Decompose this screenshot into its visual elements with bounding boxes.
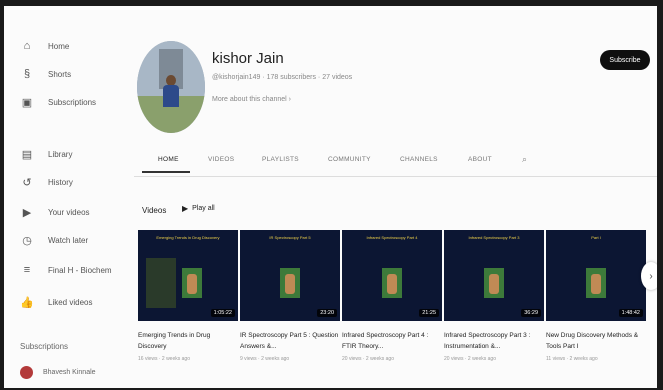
video-title[interactable]: New Drug Discovery Methods & Tools Part … — [546, 330, 646, 352]
video-title[interactable]: Infrared Spectroscopy Part 4 : FTIR Theo… — [342, 330, 442, 352]
thumbnail-header: Emerging Trends in Drug Discovery — [156, 235, 220, 240]
tab-videos[interactable]: VIDEOS — [208, 156, 234, 163]
sidebar-item-label: Final H - Biochem — [48, 265, 112, 275]
sidebar-item-label: Your videos — [48, 207, 90, 217]
video-duration: 1:48:42 — [618, 309, 643, 317]
tab-playlists[interactable]: PLAYLISTS — [262, 156, 299, 163]
youtube-channel-page: ⌂ Home § Shorts ▣ Subscriptions ▤ Librar… — [4, 6, 657, 388]
sidebar-item-subscriptions[interactable]: ▣ Subscriptions — [20, 94, 96, 110]
play-icon: ▶ — [182, 204, 189, 213]
sidebar-item-your-videos[interactable]: ▶ Your videos — [20, 204, 90, 220]
sidebar-item-label: Subscriptions — [48, 97, 97, 107]
subscribe-button[interactable]: Subscribe — [600, 50, 650, 70]
sidebar-item-label: Shorts — [48, 69, 72, 79]
thumbnail-header: Infrared Spectroscopy Part 4 — [366, 235, 418, 240]
sidebar: ⌂ Home § Shorts ▣ Subscriptions ▤ Librar… — [4, 6, 116, 388]
video-title[interactable]: Infrared Spectroscopy Part 3 : Instrumen… — [444, 330, 544, 352]
sidebar-item-liked-videos[interactable]: 👍 Liked videos — [20, 294, 92, 310]
video-meta: 11 views · 2 weeks ago — [546, 356, 598, 362]
playlist-icon: ≡ — [23, 264, 31, 276]
shorts-icon: § — [23, 68, 31, 80]
video-thumbnail[interactable]: Infrared Spectroscopy Part 3 36:29 — [444, 230, 544, 321]
more-about-channel-link[interactable]: More about this channel › — [212, 96, 291, 103]
library-icon: ▤ — [21, 148, 33, 161]
tab-about[interactable]: ABOUT — [468, 156, 492, 163]
sidebar-item-label: Watch later — [48, 235, 89, 245]
channel-name: kishor Jain — [212, 50, 284, 67]
video-meta: 20 views · 2 weeks ago — [444, 356, 496, 362]
channel-search-icon[interactable]: ⌕ — [522, 154, 527, 165]
channel-handle: @kishorjain149 · 178 subscribers · 27 vi… — [212, 74, 353, 81]
sidebar-item-watch-later[interactable]: ◷ Watch later — [20, 232, 88, 248]
play-all-label: Play all — [192, 205, 215, 212]
video-title[interactable]: Emerging Trends in Drug Discovery — [138, 330, 238, 352]
active-tab-indicator — [142, 171, 190, 173]
video-thumbnail[interactable]: Infrared Spectroscopy Part 4 21:25 — [342, 230, 442, 321]
sidebar-item-library[interactable]: ▤ Library — [20, 146, 73, 162]
carousel-next-button[interactable]: › — [641, 262, 657, 290]
subscriptions-icon: ▣ — [21, 96, 33, 109]
history-icon: ↺ — [22, 176, 32, 189]
divider — [134, 176, 657, 177]
chevron-right-icon: › — [649, 270, 653, 282]
thumbnail-header: Part I — [591, 235, 601, 240]
video-duration: 23:20 — [317, 309, 337, 317]
video-card[interactable]: IR Spectroscopy Part 5 23:20 IR Spectros… — [240, 230, 340, 362]
play-all-button[interactable]: ▶ Play all — [182, 204, 215, 213]
video-card[interactable]: Emerging Trends in Drug Discovery 1:05:2… — [138, 230, 238, 362]
video-card[interactable]: Part I 1:48:42 New Drug Discovery Method… — [546, 230, 646, 362]
video-meta: 20 views · 2 weeks ago — [342, 356, 394, 362]
tab-community[interactable]: COMMUNITY — [328, 156, 371, 163]
sidebar-item-shorts[interactable]: § Shorts — [20, 66, 71, 82]
sidebar-item-label: Liked videos — [48, 297, 93, 307]
sidebar-item-history[interactable]: ↺ History — [20, 174, 73, 190]
video-thumbnail[interactable]: Emerging Trends in Drug Discovery 1:05:2… — [138, 230, 238, 321]
liked-videos-icon: 👍 — [20, 296, 34, 309]
channel-avatar — [137, 41, 205, 133]
home-icon: ⌂ — [23, 40, 31, 52]
thumbnail-header: IR Spectroscopy Part 5 — [269, 235, 311, 240]
video-meta: 16 views · 2 weeks ago — [138, 356, 190, 362]
video-duration: 36:29 — [521, 309, 541, 317]
sidebar-subscription-item[interactable]: Bhavesh Kinnale — [20, 366, 96, 379]
your-videos-icon: ▶ — [22, 206, 32, 219]
video-thumbnail[interactable]: Part I 1:48:42 — [546, 230, 646, 321]
watch-later-icon: ◷ — [22, 234, 32, 247]
videos-section-title: Videos — [142, 206, 167, 215]
video-duration: 21:25 — [419, 309, 439, 317]
tab-home[interactable]: HOME — [158, 156, 179, 163]
sidebar-item-label: Home — [48, 41, 70, 51]
sidebar-item-home[interactable]: ⌂ Home — [20, 38, 70, 54]
sidebar-item-label: Library — [48, 149, 73, 159]
video-duration: 1:05:22 — [210, 309, 235, 317]
video-thumbnail[interactable]: IR Spectroscopy Part 5 23:20 — [240, 230, 340, 321]
video-meta: 9 views · 2 weeks ago — [240, 356, 290, 362]
sidebar-item-label: History — [48, 177, 73, 187]
thumbnail-header: Infrared Spectroscopy Part 3 — [468, 235, 520, 240]
subscription-name: Bhavesh Kinnale — [43, 369, 96, 376]
video-title[interactable]: IR Spectroscopy Part 5 : Question Answer… — [240, 330, 340, 352]
video-card[interactable]: Infrared Spectroscopy Part 4 21:25 Infra… — [342, 230, 442, 362]
avatar — [20, 366, 33, 379]
sidebar-item-playlist[interactable]: ≡ Final H - Biochem — [20, 262, 112, 278]
tab-channels[interactable]: CHANNELS — [400, 156, 438, 163]
subscriptions-section-title: Subscriptions — [20, 342, 69, 351]
video-card[interactable]: Infrared Spectroscopy Part 3 36:29 Infra… — [444, 230, 544, 362]
